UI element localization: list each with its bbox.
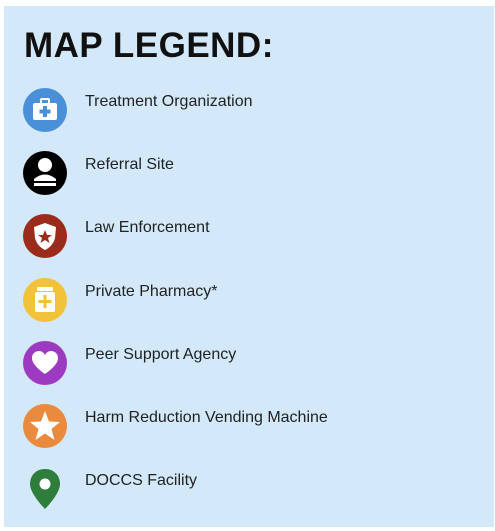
legend-label-peer-support-agency: Peer Support Agency: [85, 345, 237, 363]
legend-label-harm-reduction-vending-machine: Harm Reduction Vending Machine: [85, 409, 328, 427]
legend-item-law-enforcement: Law Enforcement: [22, 205, 482, 268]
legend-label-referral-site: Referral Site: [85, 155, 174, 173]
star-icon: [23, 404, 67, 449]
legend-label-law-enforcement: Law Enforcement: [85, 219, 210, 237]
legend-items: Treatment Organization Referral Site Law…: [22, 78, 482, 521]
legend-item-doccs-facility: DOCCS Facility: [22, 458, 482, 521]
medical-kit-icon: [23, 87, 67, 132]
heart-icon: [23, 340, 67, 385]
map-legend: MAP LEGEND: Treatment Organization Refer…: [4, 6, 494, 527]
legend-label-private-pharmacy: Private Pharmacy*: [85, 282, 218, 300]
person-icon: [23, 150, 67, 195]
legend-label-treatment-organization: Treatment Organization: [85, 92, 253, 110]
legend-item-referral-site: Referral Site: [22, 141, 482, 204]
map-pin-icon: [30, 469, 60, 510]
legend-title: MAP LEGEND:: [24, 26, 274, 65]
police-badge-icon: [23, 214, 67, 259]
legend-item-treatment-organization: Treatment Organization: [22, 78, 482, 141]
legend-label-doccs-facility: DOCCS Facility: [85, 472, 198, 490]
legend-item-peer-support-agency: Peer Support Agency: [22, 331, 482, 394]
pharmacy-icon: [23, 277, 67, 322]
legend-item-harm-reduction-vending-machine: Harm Reduction Vending Machine: [22, 394, 482, 457]
legend-item-private-pharmacy: Private Pharmacy*: [22, 268, 482, 331]
